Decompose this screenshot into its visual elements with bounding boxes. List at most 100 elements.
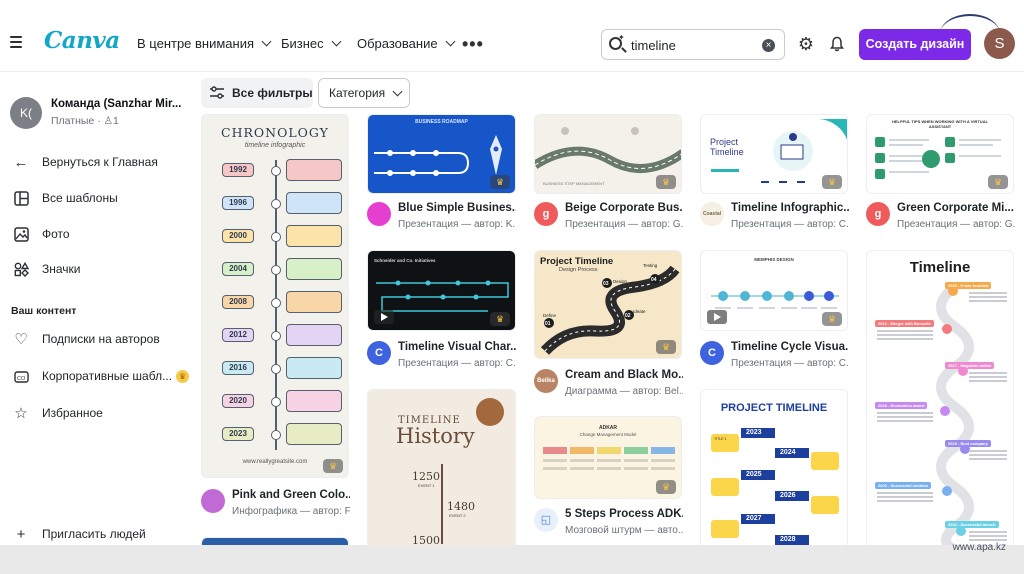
template-thumbnail[interactable]: Project Timeline ♛ [700,114,848,194]
step-label: Testing [643,263,658,268]
search-bar: ✦ × [601,29,785,60]
event-label: 2017 - Magazine article [945,362,995,369]
template-thumbnail[interactable]: CHRONOLOGY timeline infographic 1992 1996… [201,114,349,478]
sidebar-item-label: Пригласить людей [42,527,146,541]
author-avatar[interactable]: g [534,202,558,226]
author-avatar[interactable]: Coastal [700,202,724,226]
template-thumbnail[interactable]: Timeline 2015 - It was founded 2016 - Mer… [866,250,1014,549]
step-number: 01 [545,321,551,327]
globe-graphic [476,398,504,426]
event-box [286,324,342,346]
team-plan-label: Платные [51,115,95,127]
card-title[interactable]: Cream and Black Mo... [565,369,683,381]
card-title[interactable]: Green Corporate Mi... [897,202,1015,214]
gear-icon[interactable]: ⚙ [797,35,815,53]
sidebar-item-brand-templates[interactable]: CO Корпоративные шабл... ♛ [12,365,190,387]
crown-icon: ♛ [988,175,1008,189]
sidebar-item-subscriptions[interactable]: ♡ Подписки на авторов [12,328,159,350]
template-thumbnail[interactable]: HELPFUL TIPS WHEN WORKING WITH A VIRTUAL… [866,114,1014,194]
card-subtitle: Инфографика — автор: F... [232,506,350,517]
author-avatar[interactable]: g [866,202,890,226]
card-subtitle: Презентация — автор: G... [897,219,1015,230]
sidebar: K( Команда (Sanzhar Mir... Платные · ♙1 … [0,73,200,545]
menu-icon[interactable] [10,36,22,51]
card-title[interactable]: Pink and Green Colo... [232,489,350,501]
templates-icon [12,189,30,207]
sidebar-item-back[interactable]: ← Вернуться к Главная [12,151,158,173]
author-avatar[interactable]: C [700,341,724,365]
card-title[interactable]: Timeline Visual Char... [398,341,516,353]
play-icon [707,310,727,324]
sidebar-item-photos[interactable]: Фото [12,223,70,245]
crown-icon: ♛ [822,312,842,326]
invite-people-button[interactable]: + Пригласить людей [12,523,146,545]
template-thumbnail[interactable]: Schneider and Co. Initiatives ♛ [367,250,516,331]
step-label: Design [613,279,628,284]
thumb-title: History [396,424,475,448]
author-avatar[interactable]: Belika [534,369,558,393]
timeline-dot [271,232,281,242]
nav-business[interactable]: Бизнес [281,36,342,51]
year-label: 2024 [780,449,796,456]
user-avatar[interactable]: S [984,28,1015,59]
template-thumbnail[interactable]: BUSINESS ROADMAP ♛ [367,114,516,194]
nav-label: В центре внимания [137,36,255,51]
timeline-dot [271,364,281,374]
shapes-icon [12,260,30,278]
event-box [286,192,342,214]
template-thumbnail[interactable]: PROJECT TIMELINE 2023 2024 2025 2026 202… [700,389,848,549]
card-title[interactable]: Blue Simple Busines... [398,202,516,214]
canva-logo[interactable]: Canva [44,27,120,54]
event-label: 2018 - Economics award [875,402,928,409]
team-name[interactable]: Команда (Sanzhar Mir... [51,98,181,110]
author-avatar[interactable]: ◱ [534,508,558,532]
card-title[interactable]: Beige Corporate Bus... [565,202,683,214]
nav-education[interactable]: Образование [357,36,456,51]
template-thumbnail[interactable]: TIMELINE History 1250 EVENT 1 1480 EVENT… [367,389,516,549]
author-avatar[interactable]: C [367,341,391,365]
create-design-button[interactable]: Создать дизайн [859,29,971,60]
year-pill: 2000 [222,229,254,243]
top-bar: Canva В центре внимания Бизнес Образован… [0,0,1024,72]
nav-spotlight[interactable]: В центре внимания [137,36,272,51]
crown-icon: ♛ [323,459,343,473]
author-avatar[interactable] [367,202,391,226]
thumb-title: BUSINESS STEP MANAGEMENT [543,181,605,186]
event-label: 2020 - Successful solution [875,482,932,489]
template-thumbnail[interactable]: MEMPHIS DESIGN ♛ [700,250,848,331]
team-avatar[interactable]: K( [10,97,42,129]
template-thumbnail[interactable]: Project Timeline Design Process 01 Defin… [534,250,682,359]
sidebar-item-all-templates[interactable]: Все шаблоны [12,187,118,209]
section-heading: Ваш контент [11,305,77,317]
sidebar-item-favorites[interactable]: ☆ Избранное [12,402,103,424]
more-icon[interactable]: ••• [462,34,484,55]
text-line [969,535,1007,537]
card-title[interactable]: 5 Steps Process ADK... [565,508,683,520]
year-pill: 2020 [222,394,254,408]
card-title[interactable]: Timeline Cycle Visua... [731,341,849,353]
search-input[interactable] [631,36,751,54]
timeline-dot [271,265,281,275]
card-title[interactable]: Timeline Infographic... [731,202,849,214]
category-dropdown[interactable]: Категория [318,78,410,108]
year-pill: 1992 [222,163,254,177]
clear-icon[interactable]: × [762,39,775,52]
event-label: 2022 - Successful launch [945,521,999,528]
year-label: 1250 [412,470,440,483]
year-pill: 2023 [222,427,254,441]
sidebar-item-label: Фото [42,227,70,241]
author-avatar[interactable] [201,489,225,513]
crown-icon: ♛ [490,312,510,326]
sidebar-item-icons[interactable]: Значки [12,258,81,280]
crown-icon: ♛ [656,340,676,354]
step-number: 02 [625,313,631,319]
all-filters-button[interactable]: Все фильтры [201,78,313,108]
card-subtitle: Презентация — автор: G... [565,219,683,230]
bell-icon[interactable] [829,36,845,52]
template-thumbnail[interactable]: ADKAR Change Management Model ♛ [534,416,682,499]
timeline-dot [271,199,281,209]
star-icon: ☆ [14,405,28,422]
template-thumbnail[interactable]: BUSINESS STEP MANAGEMENT ♛ [534,114,682,194]
crown-icon: ♛ [822,175,842,189]
text-line [969,300,1007,302]
